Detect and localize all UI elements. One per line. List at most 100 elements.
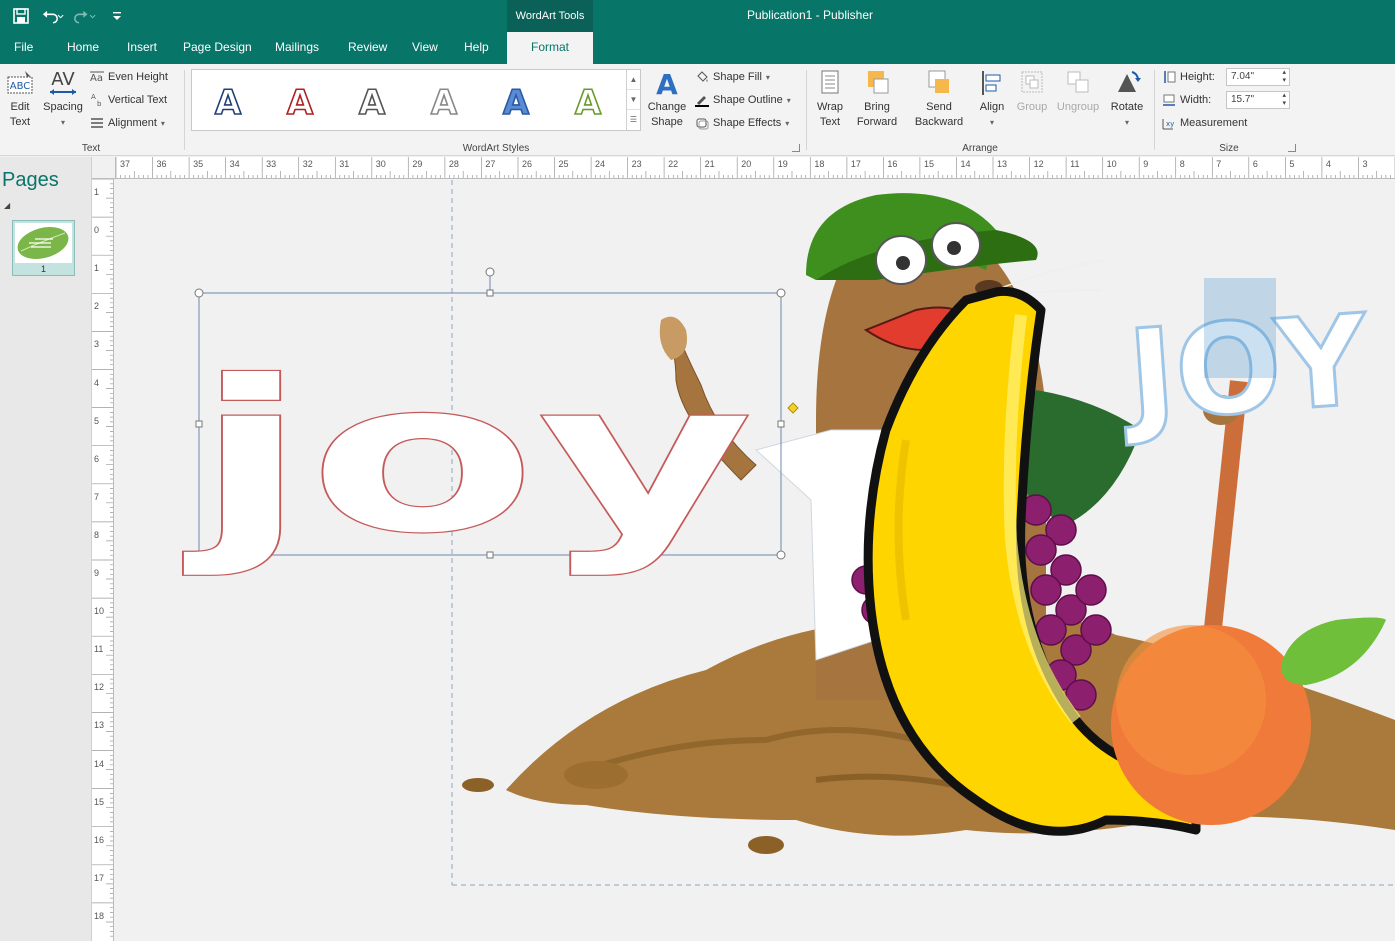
change-shape-icon: A bbox=[656, 68, 678, 98]
wordart-joy-text[interactable]: joy bbox=[182, 334, 754, 580]
wordart-joy: joy bbox=[183, 335, 754, 580]
tab-insert[interactable]: Insert bbox=[127, 40, 157, 54]
tab-view[interactable]: View bbox=[412, 40, 438, 54]
gallery-more-icon[interactable]: ☰ bbox=[627, 110, 640, 130]
group-button[interactable]: Group bbox=[1014, 68, 1050, 115]
shape-outline-label: Shape Outline bbox=[713, 94, 783, 106]
shape-effects-label: Shape Effects bbox=[713, 117, 782, 129]
arrange-group: Wrap Text Bring Forward Send Backward Al… bbox=[808, 64, 1152, 156]
change-shape-button[interactable]: A Change Shape bbox=[645, 68, 689, 130]
size-group: Height: 7.04" ▴ ▾ Width: 15.7" ▴ ▾ xy Meas… bbox=[1156, 64, 1302, 156]
shape-fill-label: Shape Fill bbox=[713, 71, 762, 83]
spacing-label: Spacing bbox=[43, 101, 83, 113]
svg-text:A: A bbox=[91, 93, 96, 101]
tab-home[interactable]: Home bbox=[67, 40, 99, 54]
height-label-row: Height: bbox=[1162, 70, 1215, 84]
even-height-icon: Aa bbox=[90, 71, 104, 84]
tab-mailings[interactable]: Mailings bbox=[275, 40, 319, 54]
canvas-artwork: JOY joy bbox=[182, 180, 1395, 886]
shape-effects-button[interactable]: Shape Effects ▾ bbox=[695, 116, 789, 130]
resize-handle-n bbox=[486, 289, 494, 297]
ungroup-button[interactable]: Ungroup bbox=[1054, 68, 1102, 115]
measurement-button[interactable]: xy Measurement bbox=[1162, 116, 1247, 130]
width-value: 15.7" bbox=[1231, 94, 1255, 105]
adjust-handle[interactable] bbox=[787, 402, 799, 414]
height-value: 7.04" bbox=[1231, 71, 1255, 82]
rotate-label: Rotate bbox=[1110, 101, 1144, 113]
save-icon[interactable] bbox=[10, 5, 32, 27]
edit-text-button[interactable]: ABC Edit Text bbox=[4, 68, 36, 130]
text-group: ABC Edit Text AV Spacing ▾ Aa Even Heigh… bbox=[0, 64, 182, 156]
customize-qat-icon[interactable] bbox=[106, 5, 128, 27]
rotate-handle[interactable] bbox=[485, 267, 495, 277]
alignment-button[interactable]: Alignment ▾ bbox=[90, 116, 165, 130]
gallery-scroll: ▲ ▼ ☰ bbox=[626, 70, 640, 130]
svg-text:ABC: ABC bbox=[10, 81, 31, 92]
tab-file[interactable]: File bbox=[14, 40, 33, 54]
text-group-label: Text bbox=[81, 143, 101, 154]
width-label: Width: bbox=[1180, 94, 1212, 106]
document-title: Publication1 - Publisher bbox=[746, 8, 874, 22]
spacing-button[interactable]: AV Spacing ▾ bbox=[40, 68, 86, 130]
pages-title: Pages bbox=[2, 169, 59, 191]
align-button[interactable]: Align ▾ bbox=[974, 68, 1010, 130]
wordart-style-sample-5[interactable]: A bbox=[502, 82, 531, 124]
ribbon-tabs: File Home Insert Page Design Mailings Re… bbox=[0, 32, 1395, 64]
collapse-icon[interactable]: ◢ bbox=[4, 201, 10, 210]
wrap-text-icon bbox=[821, 70, 839, 94]
vertical-text-label: Vertical Text bbox=[108, 94, 168, 106]
align-icon bbox=[982, 71, 1001, 95]
bring-forward-icon bbox=[868, 71, 889, 94]
vertical-text-button[interactable]: Ab Vertical Text bbox=[90, 93, 167, 107]
edit-text-label: Edit Text bbox=[9, 101, 31, 128]
measurement-label: Measurement bbox=[1180, 117, 1248, 129]
height-input[interactable]: 7.04" ▴ ▾ bbox=[1226, 68, 1290, 86]
wrap-text-label: Wrap Text bbox=[816, 101, 844, 128]
gallery-down-icon[interactable]: ▼ bbox=[627, 90, 640, 110]
even-height-button[interactable]: Aa Even Height bbox=[90, 70, 168, 84]
wordart-style-sample-4[interactable]: A bbox=[430, 82, 459, 124]
tab-format[interactable]: Format bbox=[507, 32, 593, 64]
tab-review[interactable]: Review bbox=[348, 40, 387, 54]
wrap-text-button[interactable]: Wrap Text bbox=[812, 68, 848, 130]
canvas[interactable]: JOY joy bbox=[116, 180, 1395, 941]
shape-outline-button[interactable]: Shape Outline ▾ bbox=[695, 93, 791, 107]
resize-handle-e bbox=[777, 420, 785, 428]
change-shape-label: Change Shape bbox=[647, 101, 687, 128]
bring-forward-button[interactable]: Bring Forward bbox=[852, 68, 904, 130]
ruler-corner bbox=[92, 157, 116, 179]
paint-bucket-icon bbox=[697, 71, 708, 82]
size-launcher-icon[interactable] bbox=[1288, 144, 1296, 152]
redo-icon[interactable] bbox=[74, 5, 96, 27]
ungroup-label: Ungroup bbox=[1056, 101, 1100, 113]
wordart-samples: AAAAAA bbox=[214, 82, 603, 124]
tab-page-design[interactable]: Page Design bbox=[183, 40, 252, 54]
wordart-styles-launcher-icon[interactable] bbox=[792, 144, 800, 152]
wordart-style-sample-6[interactable]: A bbox=[574, 82, 603, 124]
horizontal-ruler[interactable]: 37 36 35 34 33 32 31 30 29 28 27 26 25 24 23 22 21 20 19 18… bbox=[116, 157, 1395, 179]
width-icon bbox=[1163, 94, 1175, 106]
alignment-label: Alignment bbox=[108, 117, 157, 129]
leaf-thumbnail-icon bbox=[17, 227, 69, 259]
send-backward-button[interactable]: Send Backward bbox=[908, 68, 970, 130]
alignment-icon bbox=[91, 118, 103, 128]
vertical-ruler[interactable]: 1 0 1 2 3 4 5 6 7 8 9 10 11 12 13 14 15 16 17 18 bbox=[92, 179, 114, 941]
shape-fill-button-visible[interactable]: Shape Fill ▾ bbox=[695, 70, 770, 84]
rotate-button[interactable]: Rotate ▾ bbox=[1106, 68, 1148, 130]
measurement-icon: xy bbox=[1162, 119, 1174, 130]
wordart-style-sample-3[interactable]: A bbox=[358, 82, 387, 124]
width-input[interactable]: 15.7" ▴ ▾ bbox=[1226, 91, 1290, 109]
undo-icon[interactable] bbox=[42, 5, 64, 27]
gallery-up-icon[interactable]: ▲ bbox=[627, 70, 640, 90]
wordart-style-sample-1[interactable]: A bbox=[214, 82, 243, 124]
svg-text:Aa: Aa bbox=[90, 73, 103, 84]
wordart-style-sample-2[interactable]: A bbox=[286, 82, 315, 124]
tab-help[interactable]: Help bbox=[464, 40, 489, 54]
resize-handle-ne bbox=[776, 288, 786, 298]
resize-handle-nw bbox=[194, 288, 204, 298]
rotate-icon bbox=[1118, 71, 1141, 92]
svg-text:b: b bbox=[97, 100, 102, 107]
title-bar: WordArt Tools Publication1 - Publisher bbox=[0, 0, 1395, 32]
page-thumbnail[interactable]: 1 bbox=[12, 220, 75, 276]
height-label: Height: bbox=[1180, 71, 1215, 83]
